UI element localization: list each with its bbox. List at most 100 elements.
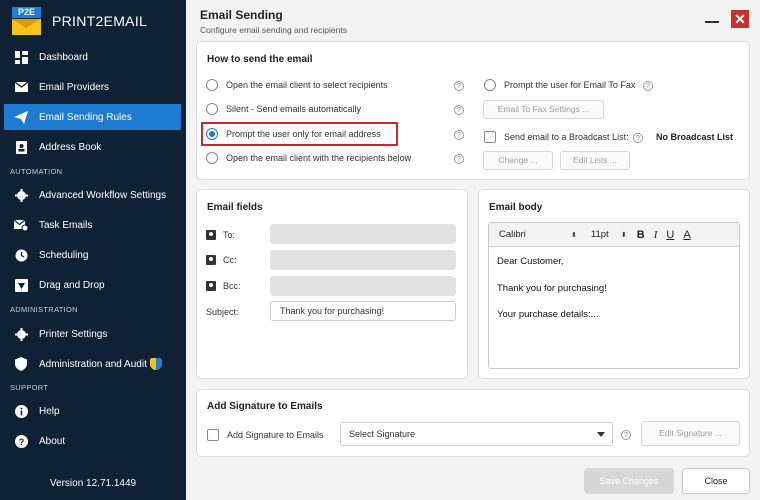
bold-button[interactable]: B: [637, 229, 645, 241]
sidebar-item-help[interactable]: Help: [4, 398, 181, 424]
radio-open-client-recipients[interactable]: Open the email client with the recipient…: [206, 152, 411, 164]
radio-button[interactable]: [206, 152, 218, 164]
sidebar-item-administration-audit[interactable]: Administration and Audit: [4, 351, 181, 377]
radio-silent-send[interactable]: Silent - Send emails automatically: [206, 103, 361, 115]
to-label: To:: [206, 230, 235, 240]
section-label-support: SUPPORT: [10, 383, 49, 392]
signature-title: Add Signature to Emails: [207, 401, 323, 412]
radio-label: Open the email client with the recipient…: [226, 153, 412, 163]
contact-icon: [206, 230, 216, 240]
sidebar-item-label: Dashboard: [39, 51, 88, 63]
close-button[interactable]: Close: [682, 468, 750, 494]
sidebar-item-label: Printer Settings: [39, 328, 108, 340]
sidebar-item-label: Address Book: [39, 141, 102, 153]
help-icon[interactable]: ?: [454, 81, 464, 91]
broadcast-list-checkbox-row[interactable]: Send email to a Broadcast List:: [484, 131, 629, 143]
clock-icon: [14, 248, 28, 262]
help-icon[interactable]: ?: [633, 133, 643, 143]
radio-button[interactable]: [484, 79, 496, 91]
font-size-arrow-icon[interactable]: ⬍: [621, 231, 627, 239]
radio-email-to-fax[interactable]: Prompt the user for Email To Fax: [484, 79, 635, 91]
logo-badge: P2E: [12, 7, 41, 18]
signature-select[interactable]: Select Signature: [340, 422, 613, 446]
cc-field[interactable]: [270, 250, 456, 270]
font-select[interactable]: Calibri: [499, 229, 571, 240]
subject-field[interactable]: Thank you for purchasing!: [270, 301, 456, 321]
contact-icon: [206, 255, 216, 265]
sidebar-item-task-emails[interactable]: Task Emails: [4, 212, 181, 238]
sidebar-item-label: Email Providers: [39, 81, 110, 93]
drag-drop-icon: [14, 278, 28, 292]
sidebar-item-label: Task Emails: [39, 219, 93, 231]
question-icon: ?: [14, 434, 28, 448]
add-signature-label: Add Signature to Emails: [227, 430, 324, 440]
sidebar-item-label: Help: [39, 405, 60, 417]
minimize-button[interactable]: [704, 10, 720, 26]
email-body-editor[interactable]: Calibri ⬍ 11pt ⬍ B I U A Dear Customer, …: [488, 222, 740, 369]
section-label-administration: ADMINISTRATION: [10, 305, 78, 314]
sidebar-item-advanced-workflow[interactable]: Advanced Workflow Settings: [4, 182, 181, 208]
email-to-fax-settings-button[interactable]: Email To Fax Settings ...: [483, 100, 604, 119]
font-select-arrow-icon[interactable]: ⬍: [571, 231, 577, 239]
edit-signature-button[interactable]: Edit Signature ...: [641, 421, 740, 446]
sidebar-item-email-sending-rules[interactable]: Email Sending Rules: [4, 104, 181, 130]
body-line: Dear Customer,: [497, 256, 564, 267]
font-size-select[interactable]: 11pt: [591, 229, 621, 240]
to-label-text: To:: [223, 230, 236, 240]
text-color-button[interactable]: A: [683, 229, 690, 241]
sidebar-item-about[interactable]: ? About: [4, 428, 181, 454]
sidebar-item-scheduling[interactable]: Scheduling: [4, 242, 181, 268]
radio-label: Prompt the user only for email address: [226, 129, 381, 139]
editor-toolbar: Calibri ⬍ 11pt ⬍ B I U A: [489, 223, 739, 247]
envelope-icon: [14, 80, 28, 94]
sidebar-item-printer-settings[interactable]: Printer Settings: [4, 321, 181, 347]
admin-shield-badge-icon: [149, 358, 162, 370]
radio-prompt-email-address[interactable]: Prompt the user only for email address: [206, 128, 381, 140]
save-changes-button[interactable]: Save Changes: [584, 468, 674, 494]
app-name: PRINT2EMAIL: [52, 13, 148, 29]
help-icon[interactable]: ?: [643, 81, 653, 91]
chevron-down-icon: [597, 432, 605, 437]
svg-text:?: ?: [18, 437, 24, 447]
send-icon: [14, 110, 28, 124]
page-subtitle: Configure email sending and recipients: [200, 25, 347, 35]
page-title: Email Sending: [200, 8, 283, 22]
to-field[interactable]: [270, 224, 456, 244]
logo-mark: P2E: [12, 7, 41, 35]
add-signature-checkbox[interactable]: [207, 429, 219, 441]
close-window-button[interactable]: ✕: [731, 10, 749, 28]
sidebar-item-drag-and-drop[interactable]: Drag and Drop: [4, 272, 181, 298]
radio-button-selected[interactable]: [206, 128, 218, 140]
edit-lists-button[interactable]: Edit Lists ...: [560, 151, 630, 170]
envelope-logo-icon: [12, 19, 41, 35]
shield-icon: [14, 357, 28, 371]
dashboard-icon: [14, 50, 28, 64]
sidebar-item-address-book[interactable]: Address Book: [4, 134, 181, 160]
address-book-icon: [14, 140, 28, 154]
email-body-title: Email body: [489, 202, 543, 213]
underline-button[interactable]: U: [666, 229, 674, 241]
radio-open-client-select[interactable]: Open the email client to select recipien…: [206, 79, 388, 91]
italic-button[interactable]: I: [654, 229, 658, 241]
subject-label-text: Subject:: [206, 307, 239, 317]
gear-icon: [14, 188, 28, 202]
change-broadcast-button[interactable]: Change ...: [483, 151, 553, 170]
sidebar-item-label: Drag and Drop: [39, 279, 105, 291]
radio-button[interactable]: [206, 79, 218, 91]
radio-button[interactable]: [206, 103, 218, 115]
bcc-field[interactable]: [270, 276, 456, 296]
broadcast-label: Send email to a Broadcast List:: [504, 132, 629, 142]
help-icon[interactable]: ?: [454, 130, 464, 140]
body-line: Your purchase details:...: [497, 309, 599, 320]
sidebar-item-label: Scheduling: [39, 249, 89, 261]
cc-label-text: Cc:: [223, 255, 237, 265]
help-icon[interactable]: ?: [454, 154, 464, 164]
sidebar-item-dashboard[interactable]: Dashboard: [4, 44, 181, 70]
sidebar-item-email-providers[interactable]: Email Providers: [4, 74, 181, 100]
help-icon[interactable]: ?: [454, 105, 464, 115]
add-signature-checkbox-row[interactable]: Add Signature to Emails: [207, 429, 324, 441]
version-label: Version 12.71.1449: [49, 478, 137, 489]
bcc-label: Bcc:: [206, 281, 241, 291]
broadcast-checkbox[interactable]: [484, 131, 496, 143]
help-icon[interactable]: ?: [621, 430, 631, 440]
